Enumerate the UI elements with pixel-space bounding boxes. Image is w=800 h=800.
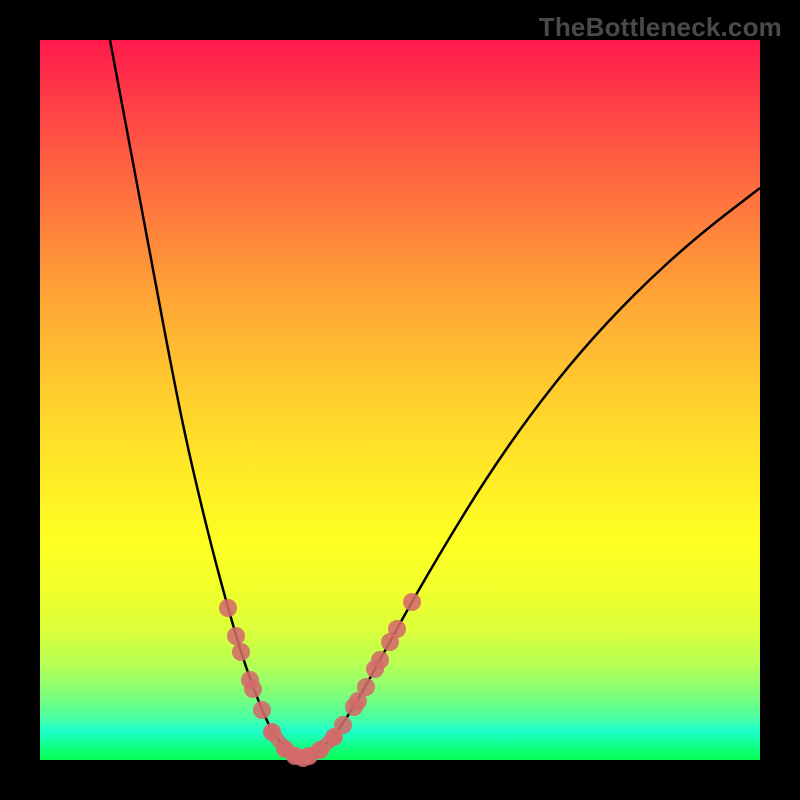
data-marker — [294, 749, 312, 767]
watermark-text: TheBottleneck.com — [539, 12, 782, 43]
chart-svg — [40, 40, 760, 760]
data-marker — [232, 643, 250, 661]
chart-frame: TheBottleneck.com — [0, 0, 800, 800]
data-marker — [219, 599, 237, 617]
curve-group — [110, 40, 760, 758]
data-marker — [388, 620, 406, 638]
data-marker — [227, 627, 245, 645]
data-marker — [357, 678, 375, 696]
marker-group-bottom — [272, 732, 334, 767]
plot-area — [40, 40, 760, 760]
data-marker — [371, 651, 389, 669]
left-curve-path — [110, 40, 303, 758]
data-marker — [403, 593, 421, 611]
data-marker — [253, 701, 271, 719]
data-marker — [244, 680, 262, 698]
